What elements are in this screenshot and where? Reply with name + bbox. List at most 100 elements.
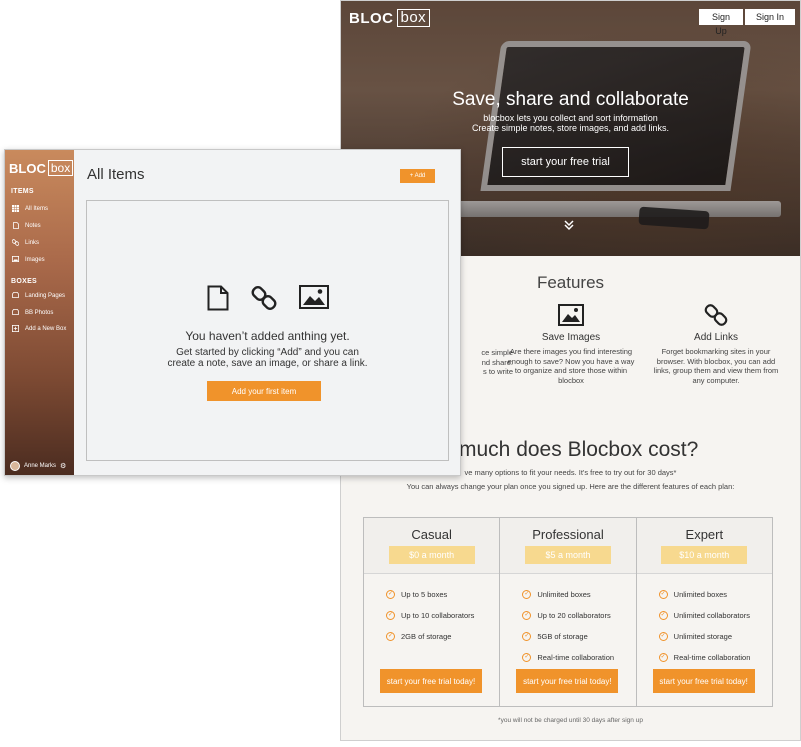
check-circle-icon: ✓ [658, 653, 668, 662]
empty-state-text: Get started by clicking “Add” and you ca… [176, 347, 359, 358]
plan-name: Professional [532, 527, 604, 542]
casual-trial-button[interactable]: start your free trial today! [380, 669, 482, 693]
logo-text: BLOC [349, 9, 394, 27]
sidebar-item-label: Notes [25, 223, 41, 229]
feature-title: Add Links [694, 332, 738, 343]
plan-price: $0 a month [388, 546, 475, 564]
hero-subtitle: blocbox lets you collect and sort inform… [483, 113, 658, 123]
logo-text: BLOC [9, 160, 46, 176]
empty-state-panel: You haven’t added anthing yet. Get start… [86, 200, 449, 461]
box-icon [11, 292, 20, 300]
plan-casual: Casual $0 a month ✓ Up to 5 boxes ✓ Up to … [364, 518, 501, 706]
plan-feature-label: Unlimited boxes [537, 590, 591, 599]
plan-name: Casual [411, 527, 452, 542]
add-first-item-button[interactable]: Add your first item [207, 381, 321, 401]
plan-feature: ✓ 2GB of storage [386, 626, 499, 647]
sign-in-button[interactable]: Sign In [745, 9, 795, 25]
sidebar-item-label: BB Photos [25, 310, 54, 316]
plan-feature: ✓ Up to 20 collaborators [522, 605, 635, 626]
check-circle-icon: ✓ [386, 590, 395, 599]
plan-feature: ✓ Unlimited storage [658, 626, 772, 647]
sidebar-item-notes[interactable]: Notes [11, 221, 41, 231]
sidebar-box-landing-pages[interactable]: Landing Pages [11, 291, 65, 301]
logo-boxed-text: box [396, 9, 431, 27]
add-button[interactable]: + Add [400, 169, 435, 183]
app-window: BLOC box ITEMS All Items Notes Links Ima… [4, 149, 461, 476]
box-icon [11, 309, 20, 317]
sidebar-item-label: Add a New Box [25, 326, 67, 332]
hero-subtitle-2: Create simple notes, store images, and a… [471, 123, 670, 133]
check-circle-icon: ✓ [522, 590, 532, 599]
plan-feature-label: Real-time collaboration [537, 653, 615, 662]
feature-desc: Are there images you find interesting en… [507, 347, 635, 385]
plan-feature-label: 5GB of storage [537, 632, 588, 641]
plan-feature: ✓ 5GB of storage [522, 626, 635, 647]
image-icon [298, 285, 329, 316]
start-trial-button[interactable]: start your free trial [502, 147, 629, 177]
note-icon [11, 221, 20, 231]
page-title: All Items [87, 166, 145, 183]
landing-logo[interactable]: BLOC box [349, 9, 431, 27]
empty-state-icons [87, 285, 448, 316]
feature-title: Save Images [541, 332, 601, 343]
sidebar-add-new-box[interactable]: Add a New Box [11, 324, 66, 334]
plan-professional: Professional $5 a month ✓ Unlimited boxes… [500, 518, 637, 706]
plan-feature-label: Up to 20 collaborators [537, 611, 611, 620]
pricing-subtitle-2: You can always change your plan once you… [406, 482, 735, 491]
plan-price: $10 a month [661, 546, 748, 564]
image-icon [11, 256, 20, 264]
gear-icon[interactable]: ⚙ [60, 462, 66, 470]
empty-state-heading: You haven’t added anthing yet. [185, 329, 350, 343]
check-circle-icon: ✓ [386, 611, 395, 620]
user-name: Anne Marks [24, 463, 57, 469]
grid-icon [11, 204, 20, 214]
main-content: All Items + Add You haven’t added anthin… [74, 150, 460, 475]
professional-trial-button[interactable]: start your free trial today! [516, 669, 619, 693]
plan-feature: ✓ Unlimited collaborators [658, 605, 772, 626]
plan-feature: ✓ Up to 5 boxes [386, 584, 499, 605]
sidebar-boxes-heading: BOXES [11, 278, 38, 285]
check-circle-icon: ✓ [522, 611, 532, 620]
plan-expert: Expert $10 a month ✓ Unlimited boxes ✓ Unl… [636, 518, 772, 706]
avatar [10, 461, 20, 471]
sidebar-item-label: Images [25, 257, 45, 263]
plan-feature: ✓ Real-time collaboration [522, 647, 635, 668]
logo-boxed-text: box [47, 160, 74, 176]
sidebar-item-links[interactable]: Links [11, 238, 39, 248]
sidebar-item-all-items[interactable]: All Items [11, 204, 48, 214]
pricing-footnote: *you will not be charged until 30 days a… [498, 717, 643, 724]
plan-feature-label: Up to 10 collaborators [401, 611, 475, 620]
plan-name: Expert [685, 527, 724, 542]
empty-state-text-2: create a note, save an image, or share a… [167, 358, 368, 369]
plan-feature-label: Unlimited storage [673, 632, 733, 641]
note-icon [207, 285, 229, 316]
feature-desc: Forget bookmarking sites in your browser… [653, 347, 779, 385]
link-icon [251, 285, 277, 316]
link-icon [11, 238, 20, 248]
app-logo[interactable]: BLOC box [9, 160, 74, 176]
double-chevron-down-icon[interactable] [563, 219, 575, 231]
sidebar: BLOC box ITEMS All Items Notes Links Ima… [5, 150, 74, 475]
plan-feature: ✓ Unlimited boxes [522, 584, 635, 605]
check-circle-icon: ✓ [386, 632, 395, 641]
pricing-table: Casual $0 a month ✓ Up to 5 boxes ✓ Up to … [363, 517, 773, 707]
plus-box-icon [11, 324, 20, 334]
image-icon [506, 301, 636, 329]
sign-up-button[interactable]: Sign Up [699, 9, 743, 36]
feature-save-images: Save Images Are there images you find in… [506, 301, 636, 385]
plan-feature: ✓ Unlimited boxes [658, 584, 772, 605]
sidebar-item-label: Links [25, 240, 40, 246]
user-profile[interactable]: Anne Marks ⚙ [10, 461, 66, 471]
check-circle-icon: ✓ [658, 590, 668, 599]
plan-feature: ✓ Up to 10 collaborators [386, 605, 499, 626]
sidebar-item-images[interactable]: Images [11, 255, 45, 265]
expert-trial-button[interactable]: start your free trial today! [652, 669, 755, 693]
link-icon [651, 301, 781, 329]
check-circle-icon: ✓ [522, 632, 532, 641]
plan-price: $5 a month [524, 546, 611, 564]
plan-feature-label: Up to 5 boxes [401, 590, 448, 599]
sidebar-box-bb-photos[interactable]: BB Photos [11, 308, 53, 318]
plan-feature-label: Unlimited boxes [673, 590, 728, 599]
hero-title: Save, share and collaborate [452, 89, 689, 110]
check-circle-icon: ✓ [658, 611, 668, 620]
